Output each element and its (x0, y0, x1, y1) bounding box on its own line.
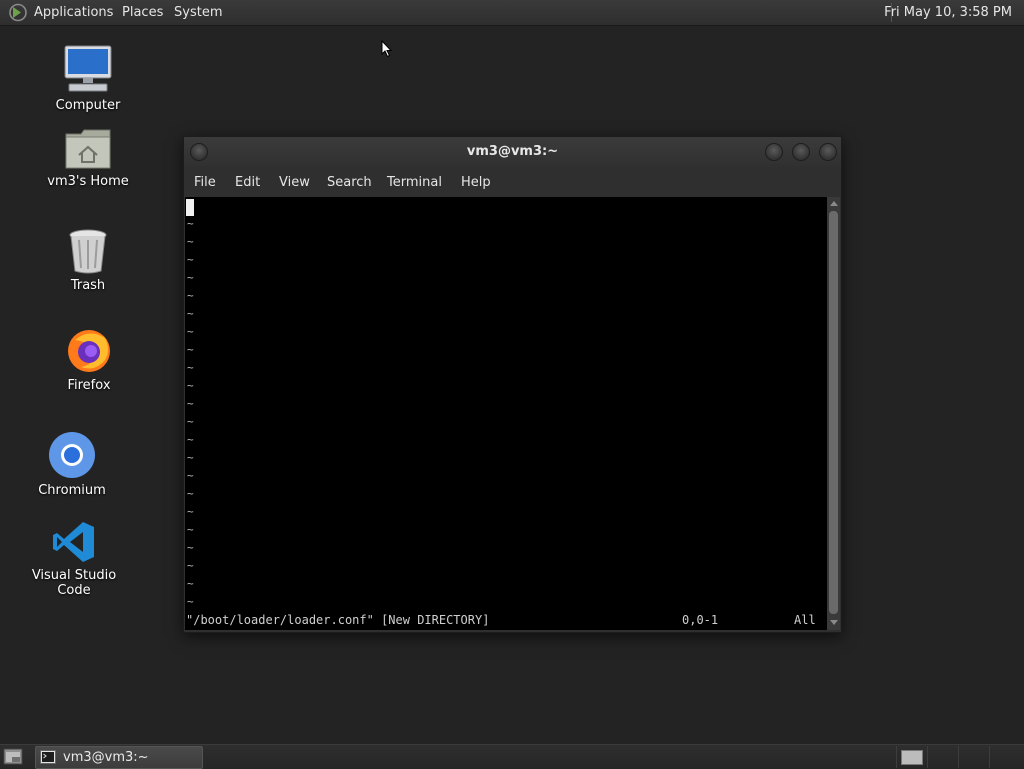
tilde-marker: ~ (187, 217, 194, 230)
terminal-scrollbar[interactable] (827, 197, 840, 630)
scroll-up-icon[interactable] (830, 201, 838, 206)
tilde-marker: ~ (187, 415, 194, 428)
window-titlebar[interactable]: vm3@vm3:~ (184, 137, 841, 167)
desktop-icon-label: Firefox (67, 378, 111, 393)
maximize-button[interactable] (792, 143, 810, 161)
tilde-marker: ~ (187, 523, 194, 536)
tilde-marker: ~ (187, 325, 194, 338)
desktop-icon-firefox[interactable]: Firefox (29, 326, 149, 393)
clock[interactable]: Fri May 10, 3:58 PM (884, 5, 1012, 20)
workspace-4[interactable] (989, 746, 1020, 768)
tilde-marker: ~ (187, 487, 194, 500)
desktop-icon-home[interactable]: vm3's Home (28, 128, 148, 189)
window-title: vm3@vm3:~ (466, 144, 559, 159)
desktop-icon-label: Chromium (38, 483, 106, 498)
vim-status-position: 0,0-1 (682, 613, 719, 627)
tilde-marker: ~ (187, 361, 194, 374)
tilde-marker: ~ (187, 307, 194, 320)
desktop-icon-label: Trash (70, 278, 106, 293)
workspace-1[interactable] (896, 746, 927, 768)
desktop-icon-vscode[interactable]: Visual Studio Code (14, 520, 134, 598)
applications-menu[interactable]: Applications (34, 5, 113, 20)
terminal-icon (40, 750, 56, 764)
tilde-marker: ~ (187, 433, 194, 446)
tilde-marker: ~ (187, 343, 194, 356)
desktop-icon-trash[interactable]: Trash (28, 228, 148, 293)
workspace-2[interactable] (927, 746, 958, 768)
chromium-icon (49, 432, 95, 478)
vscode-icon (53, 522, 94, 562)
tilde-marker: ~ (187, 271, 194, 284)
tilde-marker: ~ (187, 451, 194, 464)
tilde-marker: ~ (187, 505, 194, 518)
minimize-button[interactable] (765, 143, 783, 161)
places-menu[interactable]: Places (122, 5, 163, 20)
tilde-marker: ~ (187, 379, 194, 392)
terminal-menubar: File Edit View Search Terminal Help (184, 167, 841, 197)
vim-status-scroll: All (794, 613, 816, 627)
menu-file[interactable]: File (194, 175, 216, 190)
top-panel: Applications Places System Fri May 10, 3… (0, 0, 1024, 26)
desktop-icon-computer[interactable]: Computer (28, 44, 148, 113)
desktop-icon-chromium[interactable]: Chromium (12, 431, 132, 498)
distro-logo-icon[interactable] (8, 3, 28, 22)
show-desktop-icon[interactable] (3, 748, 23, 765)
tilde-marker: ~ (187, 397, 194, 410)
tilde-marker: ~ (187, 289, 194, 302)
tilde-marker: ~ (187, 235, 194, 248)
menu-search[interactable]: Search (327, 175, 372, 190)
tilde-marker: ~ (187, 559, 194, 572)
taskbar-window-button[interactable]: vm3@vm3:~ (35, 746, 203, 769)
tilde-marker: ~ (187, 253, 194, 266)
tilde-marker: ~ (187, 541, 194, 554)
desktop-icon-label: Visual Studio Code (31, 568, 117, 598)
menu-help[interactable]: Help (461, 175, 491, 190)
firefox-icon (68, 330, 110, 372)
menu-edit[interactable]: Edit (235, 175, 260, 190)
computer-icon (64, 45, 112, 92)
taskbar-window-title: vm3@vm3:~ (63, 750, 149, 765)
system-menu[interactable]: System (174, 5, 222, 20)
tilde-marker: ~ (187, 577, 194, 590)
menu-terminal[interactable]: Terminal (387, 175, 442, 190)
trash-icon (69, 229, 107, 274)
tilde-marker: ~ (187, 469, 194, 482)
scroll-down-icon[interactable] (830, 620, 838, 625)
desktop-icon-label: Computer (55, 98, 121, 113)
home-folder-icon (65, 129, 111, 169)
vim-status-file: "/boot/loader/loader.conf" [New DIRECTOR… (186, 613, 490, 627)
mouse-pointer-icon (381, 40, 393, 58)
workspace-3[interactable] (958, 746, 989, 768)
terminal-window[interactable]: vm3@vm3:~ File Edit View Search Terminal… (183, 136, 842, 633)
text-cursor (186, 199, 194, 216)
workspace-window-thumbnail (901, 750, 923, 765)
tilde-marker: ~ (187, 595, 194, 608)
bottom-panel: vm3@vm3:~ (0, 744, 1024, 769)
scroll-thumb[interactable] (829, 211, 838, 614)
close-button[interactable] (819, 143, 837, 161)
terminal-screen[interactable]: ~ ~ ~ ~ ~ ~ ~ ~ ~ ~ ~ ~ ~ ~ ~ ~ ~ ~ ~ ~ ~ ~ "/boot/loader/loa… (185, 197, 827, 630)
desktop-icon-label: vm3's Home (47, 174, 129, 189)
menu-view[interactable]: View (279, 175, 310, 190)
